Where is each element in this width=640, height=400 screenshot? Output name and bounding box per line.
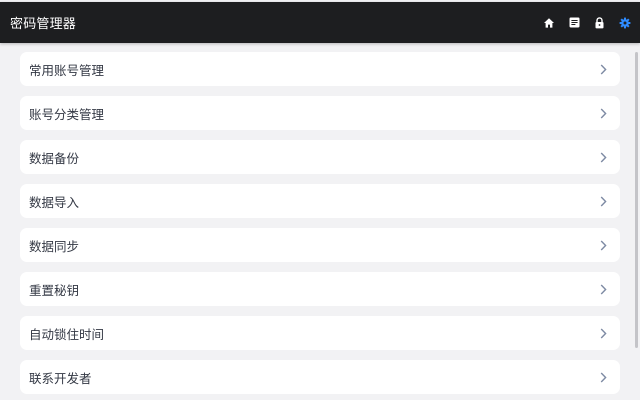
- settings-item-label: 数据同步: [29, 238, 80, 254]
- settings-item-label: 数据备份: [29, 150, 80, 166]
- app-title: 密码管理器: [10, 17, 77, 32]
- settings-list: 常用账号管理 账号分类管理 数据备份 数据导入 数据同步 重置秘钥 自动锁住时间…: [20, 52, 620, 400]
- settings-item-label: 数据导入: [29, 194, 80, 210]
- settings-item-label: 账号分类管理: [29, 106, 105, 122]
- settings-item-label: 常用账号管理: [29, 62, 105, 78]
- chevron-right-icon: [598, 151, 608, 163]
- top-app-bar: 密码管理器: [0, 2, 640, 43]
- settings-item-label: 自动锁住时间: [29, 326, 105, 342]
- chevron-right-icon: [598, 283, 608, 295]
- list-icon[interactable]: [567, 16, 581, 30]
- chevron-right-icon: [598, 371, 608, 383]
- settings-item-contact-developer[interactable]: 联系开发者: [20, 360, 620, 394]
- settings-item-label: 联系开发者: [29, 370, 92, 386]
- settings-item-data-sync[interactable]: 数据同步: [20, 228, 620, 262]
- settings-item-auto-lock-time[interactable]: 自动锁住时间: [20, 316, 620, 350]
- vertical-scrollbar[interactable]: [635, 52, 638, 348]
- chevron-right-icon: [598, 63, 608, 75]
- settings-item-data-backup[interactable]: 数据备份: [20, 140, 620, 174]
- app-window: 密码管理器 常用账号管理 账号分类管理 数据备份 数据导入 数据同步 重置秘钥 …: [0, 0, 640, 400]
- home-icon[interactable]: [542, 16, 556, 30]
- lock-icon[interactable]: [593, 16, 607, 30]
- chevron-right-icon: [598, 195, 608, 207]
- settings-item-common-accounts[interactable]: 常用账号管理: [20, 52, 620, 86]
- settings-icon[interactable]: [618, 16, 632, 30]
- chevron-right-icon: [598, 239, 608, 251]
- settings-item-data-import[interactable]: 数据导入: [20, 184, 620, 218]
- settings-item-account-categories[interactable]: 账号分类管理: [20, 96, 620, 130]
- top-nav-icons: [530, 2, 632, 43]
- chevron-right-icon: [598, 107, 608, 119]
- settings-item-label: 重置秘钥: [29, 282, 80, 298]
- chevron-right-icon: [598, 327, 608, 339]
- settings-item-reset-key[interactable]: 重置秘钥: [20, 272, 620, 306]
